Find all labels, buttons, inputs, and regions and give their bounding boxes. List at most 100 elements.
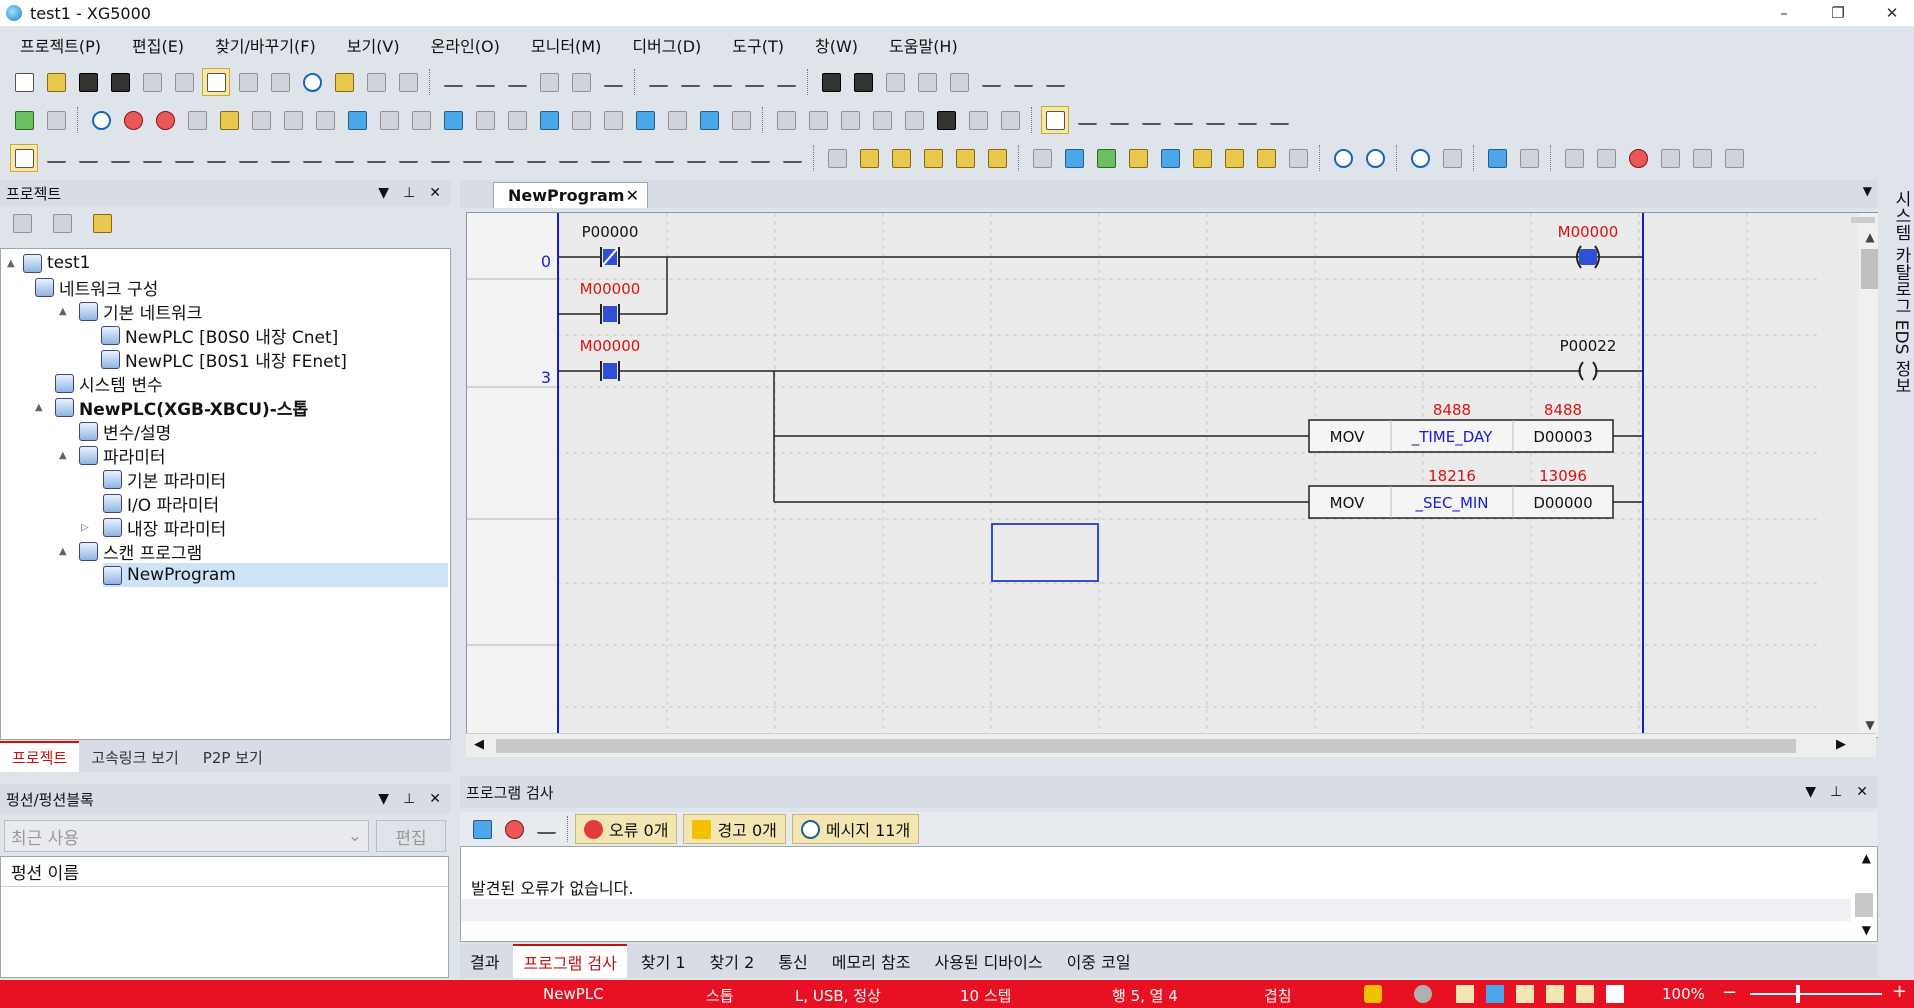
tab-communication[interactable]: 통신 — [768, 945, 817, 977]
monitor-start-icon[interactable] — [343, 106, 371, 134]
warnings-filter-button[interactable]: 경고 0개 — [683, 814, 786, 844]
trend-icon[interactable] — [535, 106, 563, 134]
history-icon[interactable] — [599, 106, 627, 134]
clear-results-icon[interactable] — [532, 815, 560, 843]
menu-monitor[interactable]: 모니터(M) — [527, 31, 605, 59]
print-icon[interactable] — [138, 68, 166, 96]
function-edit-button[interactable]: 편집 — [376, 820, 446, 852]
tab-used-devices[interactable]: 사용된 디바이스 — [924, 945, 1052, 977]
tab-newprogram[interactable]: NewProgram ✕ — [493, 182, 648, 208]
f5-tool-icon[interactable] — [1137, 106, 1165, 134]
dropdown-icon[interactable]: ▼ — [378, 791, 389, 807]
c6-icon[interactable] — [778, 144, 806, 172]
parallel-nc-icon[interactable] — [138, 144, 166, 172]
find-text-icon[interactable] — [945, 68, 973, 96]
scroll-left-icon[interactable]: ◀ — [474, 737, 484, 752]
sheet-icon[interactable] — [1092, 144, 1120, 172]
contact-no-icon[interactable] — [42, 144, 70, 172]
f3-tool-icon[interactable] — [1073, 106, 1101, 134]
contact-rise-icon[interactable] — [170, 144, 198, 172]
step-icon[interactable] — [964, 106, 992, 134]
insert-line-icon[interactable] — [644, 68, 672, 96]
zoom-out-button[interactable]: − — [1722, 982, 1737, 1003]
pin-icon[interactable]: ⊥ — [403, 185, 415, 201]
bracket-a-icon[interactable] — [772, 106, 800, 134]
tree-node[interactable]: NewPLC [B0S1 내장 FEnet] — [101, 347, 347, 372]
f9-tool-icon[interactable] — [1265, 106, 1293, 134]
stop-icon[interactable] — [119, 106, 147, 134]
mark-d2-icon[interactable] — [1188, 144, 1216, 172]
tree-node[interactable]: 기본 파라미터 — [103, 467, 226, 492]
minimize-button[interactable]: – — [1764, 0, 1804, 26]
view-folder-icon[interactable] — [887, 144, 915, 172]
mark-d3-status-icon[interactable] — [1546, 985, 1564, 1003]
unlink-icon[interactable] — [279, 106, 307, 134]
side-panel-strip[interactable]: 시스템 카탈로그 EDS 정보 — [1878, 180, 1914, 978]
tab-double-coil[interactable]: 이중 코일 — [1057, 945, 1141, 977]
find-device-icon[interactable] — [881, 68, 909, 96]
check-run-icon[interactable] — [468, 815, 496, 843]
parallel-no-icon[interactable] — [106, 144, 134, 172]
clear-icon[interactable] — [772, 68, 800, 96]
device-monitor-icon[interactable] — [439, 106, 467, 134]
stop-circle-icon[interactable] — [1560, 144, 1588, 172]
errors-filter-button[interactable]: 오류 0개 — [575, 814, 678, 844]
tab-result[interactable]: 결과 — [460, 945, 509, 977]
zoom-slider[interactable] — [1750, 993, 1882, 995]
menu-tools[interactable]: 도구(T) — [728, 31, 788, 59]
find-prev-icon[interactable] — [1438, 144, 1466, 172]
close-tab-icon[interactable]: ✕ — [626, 186, 639, 205]
tree-collapse-icon[interactable] — [48, 209, 76, 237]
c4-icon[interactable] — [714, 144, 742, 172]
tree-node[interactable]: 변수/설명 — [79, 419, 171, 444]
step-over-icon[interactable] — [996, 106, 1024, 134]
delete-line-icon[interactable] — [708, 68, 736, 96]
scroll-up-icon[interactable]: ▲ — [1862, 851, 1871, 865]
target-icon[interactable] — [298, 68, 326, 96]
zoom-in-button[interactable]: + — [1892, 981, 1907, 1002]
view-circle-icon[interactable] — [951, 144, 979, 172]
bracket-e-icon[interactable] — [900, 106, 928, 134]
write-plc-icon[interactable] — [183, 106, 211, 134]
positive-coil-icon[interactable] — [554, 144, 582, 172]
view-f-icon[interactable] — [983, 144, 1011, 172]
tree-node[interactable]: ▲ NewPLC(XGB-XBCU)-스톱 — [35, 395, 308, 420]
vertical-line-icon[interactable] — [330, 144, 358, 172]
menu-project[interactable]: 프로젝트(P) — [16, 31, 105, 59]
find-next-icon[interactable] — [1406, 144, 1434, 172]
pause-icon[interactable] — [151, 106, 179, 134]
output-scroll-thumb[interactable] — [1855, 893, 1873, 917]
open-project-icon[interactable] — [74, 68, 102, 96]
tree-node[interactable]: ▲ 기본 네트워크 — [59, 299, 202, 324]
menu-view[interactable]: 보기(V) — [343, 31, 404, 59]
restore-button[interactable]: ❐ — [1818, 0, 1858, 26]
invert-icon[interactable] — [394, 144, 422, 172]
dropdown-icon[interactable]: ▼ — [1805, 784, 1816, 800]
parallel-rise-icon[interactable] — [234, 144, 262, 172]
view-image-icon[interactable] — [919, 144, 947, 172]
c3-icon[interactable] — [682, 144, 710, 172]
robot2-icon[interactable] — [1656, 144, 1684, 172]
monitor-stop-icon[interactable] — [407, 106, 435, 134]
f8-tool-icon[interactable] — [1233, 106, 1261, 134]
scissors-icon[interactable] — [311, 106, 339, 134]
pin-icon[interactable]: ⊥ — [403, 791, 415, 807]
close-panel-icon[interactable]: ✕ — [429, 185, 441, 201]
variable-monitor-icon[interactable] — [471, 106, 499, 134]
tab-find-1[interactable]: 찾기 1 — [631, 945, 696, 977]
parallel-fall-icon[interactable] — [266, 144, 294, 172]
menu-window[interactable]: 창(W) — [811, 31, 862, 59]
redo-icon[interactable] — [471, 68, 499, 96]
horizontal-line-icon[interactable] — [298, 144, 326, 172]
contact-p00000[interactable] — [600, 247, 620, 267]
dropdown-icon[interactable]: ▼ — [378, 185, 389, 201]
inverse-coil-icon[interactable] — [458, 144, 486, 172]
coil-icon[interactable] — [426, 144, 454, 172]
tree-properties-icon[interactable] — [88, 209, 116, 237]
replace-device-icon[interactable] — [913, 68, 941, 96]
insert-cell-icon[interactable] — [676, 68, 704, 96]
calc-icon[interactable] — [1028, 144, 1056, 172]
cut-icon[interactable] — [503, 68, 531, 96]
save-icon[interactable] — [106, 68, 134, 96]
horizontal-scrollbar[interactable]: ◀ ▶ — [466, 733, 1876, 757]
